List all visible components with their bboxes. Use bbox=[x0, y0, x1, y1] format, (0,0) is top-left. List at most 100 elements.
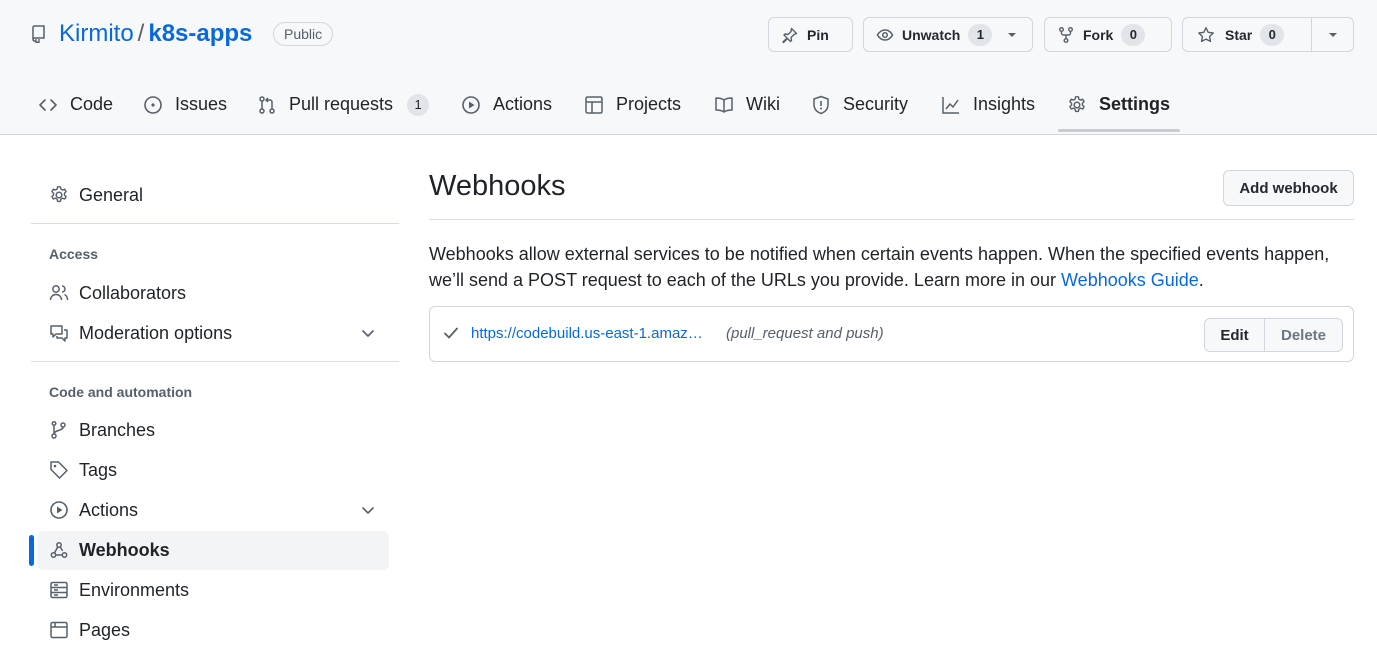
webhook-icon bbox=[49, 540, 69, 560]
sidebar-item-tags[interactable]: Tags bbox=[49, 455, 117, 485]
title-divider bbox=[429, 219, 1354, 220]
tab-label: Projects bbox=[616, 94, 682, 114]
edit-webhook-button[interactable]: Edit bbox=[1205, 319, 1265, 351]
eye-icon bbox=[876, 26, 894, 44]
repo-path-separator: / bbox=[137, 20, 145, 47]
server-icon bbox=[49, 580, 69, 600]
visibility-badge: Public bbox=[273, 22, 334, 46]
gear-icon bbox=[1067, 95, 1087, 115]
tag-icon bbox=[49, 460, 69, 480]
star-label: Star bbox=[1225, 26, 1253, 43]
repo-forked-icon bbox=[1057, 26, 1075, 44]
sidebar-item-label: General bbox=[79, 184, 144, 205]
tab-projects[interactable]: Projects bbox=[584, 82, 681, 127]
sidebar-item-environments[interactable]: Environments bbox=[49, 575, 189, 605]
star-count: 0 bbox=[1260, 23, 1285, 46]
tab-label: Issues bbox=[175, 94, 228, 114]
comment-discussion-icon bbox=[49, 323, 69, 343]
tab-actions[interactable]: Actions bbox=[461, 82, 552, 127]
fork-label: Fork bbox=[1083, 26, 1114, 43]
sidebar-divider bbox=[31, 223, 399, 224]
repo-name-link[interactable]: k8s-apps bbox=[148, 20, 252, 48]
issue-opened-icon bbox=[143, 95, 163, 115]
sidebar-item-label: Collaborators bbox=[79, 282, 187, 303]
sidebar-item-label: Pages bbox=[79, 619, 131, 640]
sidebar-item-collaborators[interactable]: Collaborators bbox=[49, 278, 186, 308]
tab-label: Pull requests bbox=[289, 94, 394, 114]
sidebar-item-actions[interactable]: Actions bbox=[49, 495, 138, 525]
tab-insights[interactable]: Insights bbox=[941, 82, 1035, 127]
star-icon bbox=[1197, 26, 1215, 44]
fork-button[interactable]: Fork 0 bbox=[1044, 17, 1172, 52]
sidebar-item-label: Actions bbox=[79, 499, 139, 520]
fork-count: 0 bbox=[1121, 23, 1146, 46]
tab-code[interactable]: Code bbox=[38, 82, 113, 127]
tab-wiki[interactable]: Wiki bbox=[714, 82, 780, 127]
book-icon bbox=[714, 95, 734, 115]
sidebar-item-pages[interactable]: Pages bbox=[49, 615, 130, 645]
shield-icon bbox=[811, 95, 831, 115]
sidebar-item-webhooks[interactable]: Webhooks bbox=[49, 535, 170, 565]
star-button[interactable]: Star 0 bbox=[1183, 18, 1312, 51]
check-icon bbox=[442, 324, 460, 342]
unwatch-label: Unwatch bbox=[902, 26, 961, 43]
table-icon bbox=[584, 95, 604, 115]
tab-label: Settings bbox=[1099, 94, 1171, 114]
unwatch-button[interactable]: Unwatch 1 bbox=[863, 17, 1033, 52]
tab-label: Actions bbox=[493, 94, 553, 114]
webhook-actions: Edit Delete bbox=[1204, 318, 1343, 352]
tab-label: Wiki bbox=[746, 94, 780, 114]
sidebar-item-label: Environments bbox=[79, 579, 190, 600]
pull-requests-count: 1 bbox=[407, 93, 430, 116]
repo-owner-link[interactable]: Kirmito bbox=[59, 20, 134, 48]
watch-count: 1 bbox=[968, 23, 993, 46]
chevron-down-icon[interactable] bbox=[360, 325, 376, 341]
sidebar-item-label: Webhooks bbox=[79, 539, 170, 560]
tab-security[interactable]: Security bbox=[811, 82, 908, 127]
code-icon bbox=[38, 95, 58, 115]
selected-tab-indicator bbox=[1058, 129, 1180, 132]
sidebar-item-label: Tags bbox=[79, 459, 118, 480]
delete-webhook-button[interactable]: Delete bbox=[1265, 319, 1342, 351]
tab-label: Security bbox=[843, 94, 909, 114]
pin-button[interactable]: Pin bbox=[768, 17, 853, 52]
repo-header: Kirmito / k8s-apps Public Pin Unwatch 1 … bbox=[0, 0, 1377, 135]
play-icon bbox=[461, 95, 481, 115]
star-button-group: Star 0 bbox=[1182, 17, 1354, 52]
sidebar-item-branches[interactable]: Branches bbox=[49, 415, 155, 445]
git-pull-request-icon bbox=[257, 95, 277, 115]
chevron-down-icon[interactable] bbox=[360, 502, 376, 518]
play-icon bbox=[49, 500, 69, 520]
gear-icon bbox=[49, 185, 69, 205]
browser-icon bbox=[49, 620, 69, 640]
chevron-down-icon bbox=[1006, 29, 1018, 41]
sidebar-divider bbox=[31, 361, 399, 362]
webhook-list-item: https://codebuild.us-east-1.amaz… (pull_… bbox=[429, 306, 1354, 362]
tab-issues[interactable]: Issues bbox=[143, 82, 227, 127]
sidebar-item-label: Branches bbox=[79, 419, 156, 440]
webhook-events: (pull_request and push) bbox=[726, 325, 884, 342]
page-title: Webhooks bbox=[429, 170, 566, 202]
graph-icon bbox=[941, 95, 961, 115]
sidebar-item-general[interactable]: General bbox=[49, 180, 143, 210]
pin-icon bbox=[781, 26, 799, 44]
git-branch-icon bbox=[49, 420, 69, 440]
add-webhook-button[interactable]: Add webhook bbox=[1223, 170, 1354, 206]
sidebar-item-moderation-options[interactable]: Moderation options bbox=[49, 318, 232, 348]
star-list-dropdown[interactable] bbox=[1312, 18, 1353, 51]
chevron-down-icon bbox=[1327, 29, 1339, 41]
repo-title: Kirmito / k8s-apps bbox=[59, 19, 252, 49]
sidebar-heading-code-automation: Code and automation bbox=[49, 384, 193, 400]
tab-pull-requests[interactable]: Pull requests 1 bbox=[257, 82, 430, 127]
tab-label: Code bbox=[70, 94, 114, 114]
tab-label: Insights bbox=[973, 94, 1036, 114]
sidebar-heading-access: Access bbox=[49, 246, 99, 262]
repo-icon bbox=[31, 25, 47, 43]
sidebar-item-label: Moderation options bbox=[79, 322, 233, 343]
people-icon bbox=[49, 283, 69, 303]
webhook-url-link[interactable]: https://codebuild.us-east-1.amaz… bbox=[471, 325, 703, 342]
webhooks-description: Webhooks allow external services to be n… bbox=[429, 241, 1354, 293]
repo-tabs: Code Issues Pull requests 1 Actions Proj… bbox=[0, 82, 1377, 135]
webhooks-guide-link[interactable]: Webhooks Guide bbox=[1061, 270, 1199, 290]
tab-settings[interactable]: Settings bbox=[1067, 82, 1170, 127]
